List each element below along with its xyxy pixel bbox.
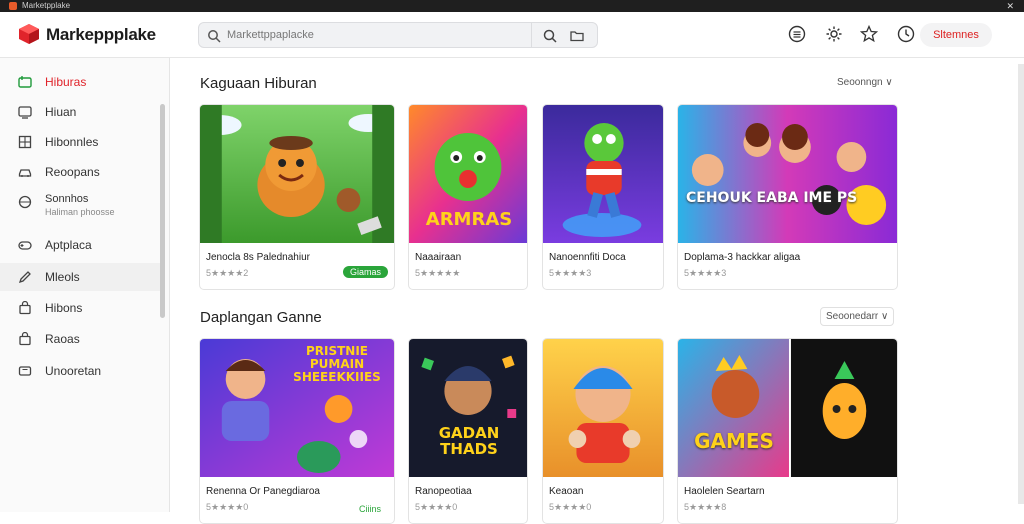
game-card[interactable]: Nanoennfiti Doca 5★★★★3 <box>542 104 664 290</box>
sidebar-item-hibons[interactable]: Hibons <box>0 294 160 322</box>
game-thumbnail <box>200 105 394 243</box>
game-thumbnail <box>543 105 663 243</box>
search-divider <box>531 23 532 47</box>
sidebar-item-label: Sonnhos <box>45 193 89 205</box>
sidebar-item-label: Aptplaca <box>45 238 92 252</box>
car-icon <box>18 169 32 177</box>
grid-icon <box>18 135 32 149</box>
bag-icon <box>19 332 31 346</box>
search-icon[interactable] <box>542 28 558 44</box>
list-icon[interactable] <box>788 25 806 43</box>
game-title: Nanoennfiti Doca <box>549 252 626 263</box>
sort-dropdown[interactable]: Seoonngn ∨ <box>837 77 893 88</box>
sidebar-item-label: Hibons <box>45 301 83 315</box>
sidebar-item-label: Hiuan <box>45 105 77 119</box>
window-titlebar: Marketpplake ✕ <box>0 0 1024 12</box>
folder-icon[interactable] <box>569 28 585 44</box>
logo-text: Markeрpplake <box>46 25 156 44</box>
game-rating: 5★★★★8 <box>684 502 727 512</box>
sidebar-item-label: Unooretan <box>45 364 102 378</box>
get-button[interactable]: Giamas <box>342 266 388 278</box>
account-button[interactable]: Sltemnes <box>920 23 992 47</box>
sidebar-item-label: Mleols <box>45 270 80 284</box>
game-thumbnail <box>678 105 897 243</box>
gamepad-icon <box>18 241 32 250</box>
game-rating: 5★★★★★ <box>415 268 461 278</box>
game-rating: 5★★★★0 <box>549 502 592 512</box>
device-icon <box>18 366 32 376</box>
game-art-title: GADAN THADS <box>438 424 500 458</box>
clock-icon[interactable] <box>897 25 915 43</box>
get-button[interactable]: Ciiins <box>351 503 388 515</box>
sidebar-item-hibonnles[interactable]: Hibonnles <box>0 128 160 156</box>
game-card[interactable]: PRISTNIE PUMAIN SHEEEKKIIES Renenna Or P… <box>199 338 395 524</box>
game-title: Haolelen Seartarn <box>684 486 765 497</box>
game-rating: 5★★★★3 <box>684 268 727 278</box>
game-title: Ranopeotiaa <box>415 486 472 497</box>
star-icon[interactable] <box>860 25 878 43</box>
game-card[interactable]: CEHOUK EABA IME PS Doplama-3 hackkar ali… <box>677 104 898 290</box>
gamepad-icon <box>18 76 32 88</box>
section-title: Daplangan Ganne <box>200 309 322 326</box>
game-title: Doplama-3 hackkar aligaa <box>684 252 801 263</box>
sidebar-scrollbar[interactable] <box>160 104 165 318</box>
pencil-icon <box>18 271 31 284</box>
bag-icon <box>19 301 31 315</box>
game-thumbnail <box>678 339 897 477</box>
sort-dropdown[interactable]: Seoonedarr ∨ <box>820 307 895 326</box>
game-title: Naaairaan <box>415 252 462 263</box>
search-input[interactable]: Markettppaplacke <box>227 29 314 41</box>
sidebar-item-label: Hibonnles <box>45 135 99 149</box>
game-card[interactable]: Jenocla 8s Palednahiur 5★★★★2 Giamas <box>199 104 395 290</box>
sidebar-item-raoas[interactable]: Raoas <box>0 325 160 353</box>
game-card[interactable]: ARMRAS Naaairaan 5★★★★★ <box>408 104 528 290</box>
game-card[interactable]: GAMES Haolelen Seartarn 5★★★★8 <box>677 338 898 524</box>
game-rating: 5★★★★0 <box>415 502 458 512</box>
sidebar-item-hiburas[interactable]: Hiburas <box>0 68 160 96</box>
search-bar[interactable]: Markettppaplacke <box>198 22 598 48</box>
main-content: Kaguaan Hiburan Seoonngn ∨ Jenocla 8s Pa… <box>171 58 1024 524</box>
game-rating: 5★★★★3 <box>549 268 592 278</box>
game-title: Jenocla 8s Palednahiur <box>206 252 310 263</box>
sidebar-item-aptplaca[interactable]: Aptplaca <box>0 231 160 259</box>
game-thumbnail <box>543 339 663 477</box>
game-title: Renenna Or Panegdiaroa <box>206 486 320 497</box>
sidebar-item-label: Hiburas <box>45 75 87 89</box>
gear-icon[interactable] <box>825 25 843 43</box>
globe-icon <box>18 195 32 209</box>
sidebar: Hiburas Hiuan Hibonnles Reoopans Sonnhos… <box>0 58 170 512</box>
app-icon <box>9 2 17 10</box>
game-rating: 5★★★★0 <box>206 502 249 512</box>
game-art-title: ARMRAS <box>425 209 513 230</box>
tv-icon <box>18 106 32 119</box>
logo-icon <box>19 24 39 44</box>
main-scrollbar[interactable] <box>1018 64 1024 504</box>
section-title: Kaguaan Hiburan <box>200 75 317 92</box>
sidebar-item-mleols[interactable]: Mleols <box>0 263 160 291</box>
game-card[interactable]: GADAN THADS Ranopeotiaa 5★★★★0 <box>408 338 528 524</box>
sidebar-item-sublabel: Haliman phoosse <box>45 207 115 217</box>
app-header: Markeрpplake Markettppaplacke Sltemnes <box>0 12 1024 58</box>
sidebar-item-unooretan[interactable]: Unooretan <box>0 357 160 385</box>
sidebar-item-label: Raoas <box>45 332 80 346</box>
game-card[interactable]: Keaoan 5★★★★0 <box>542 338 664 524</box>
game-art-title: GAMES <box>694 429 774 453</box>
game-title: Keaoan <box>549 486 584 497</box>
sidebar-item-reoopans[interactable]: Reoopans <box>0 158 160 186</box>
game-rating: 5★★★★2 <box>206 268 249 278</box>
sidebar-item-label: Reoopans <box>45 165 100 179</box>
sidebar-item-sonnhos[interactable]: Sonnhos Haliman phoosse <box>0 188 160 222</box>
search-icon <box>208 30 221 43</box>
window-title: Marketpplake <box>22 1 71 10</box>
game-art-title: CEHOUK EABA IME PS <box>686 190 858 206</box>
game-art-title: PRISTNIE PUMAIN SHEEEKKIIES <box>293 344 381 384</box>
close-icon[interactable]: ✕ <box>1006 0 1014 12</box>
sidebar-item-hiuan[interactable]: Hiuan <box>0 98 160 126</box>
